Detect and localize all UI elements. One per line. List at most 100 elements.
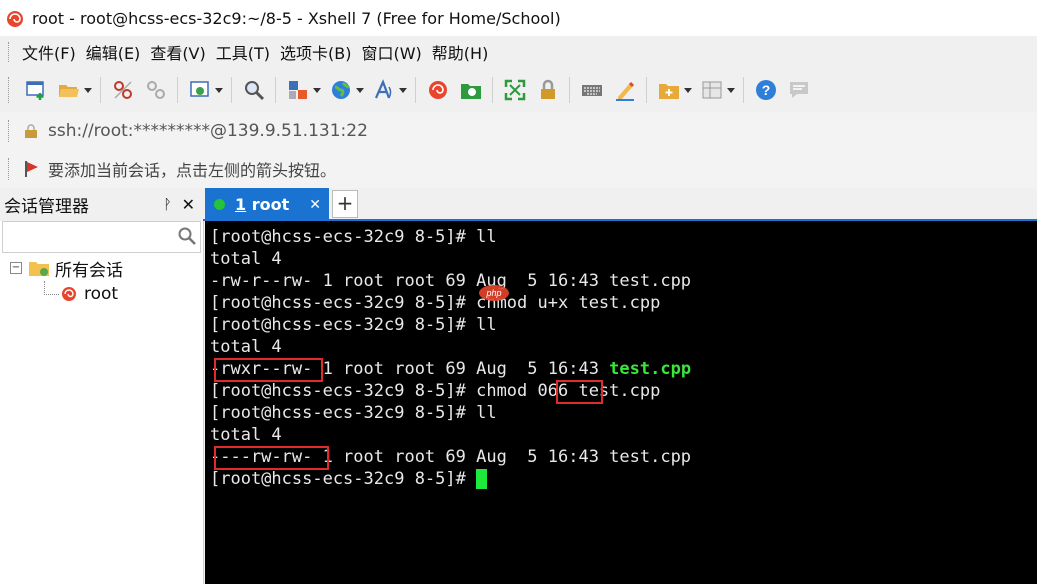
tab-group-dropdown-caret[interactable]: [684, 87, 692, 93]
font-icon: [374, 79, 392, 99]
terminal-line: [root@hcss-ecs-32c9 8-5]# ll: [210, 227, 497, 247]
transfer-dropdown-caret[interactable]: [313, 87, 321, 93]
help-button[interactable]: ?: [753, 77, 779, 103]
menu-file[interactable]: 文件(F): [22, 40, 76, 64]
font-button[interactable]: [371, 77, 397, 103]
session-search-input[interactable]: [2, 221, 201, 253]
new-tab-group-button[interactable]: [656, 77, 682, 103]
menu-edit[interactable]: 编辑(E): [86, 40, 141, 64]
tree-item-label: root: [84, 284, 119, 304]
pin-icon[interactable]: ᚹ: [163, 197, 171, 213]
globe-dropdown-caret[interactable]: [356, 87, 364, 93]
toolbar: ?: [0, 68, 1037, 113]
disconnect-icon: [147, 81, 165, 99]
fullscreen-button[interactable]: [502, 77, 528, 103]
font-dropdown-caret[interactable]: [399, 87, 407, 93]
layout-button[interactable]: [699, 77, 725, 103]
session-properties-button[interactable]: [187, 77, 213, 103]
search-icon[interactable]: [177, 226, 197, 246]
xshell-logo-icon: [7, 11, 23, 27]
open-session-button[interactable]: [56, 77, 82, 103]
highlight-box-mode: [556, 380, 603, 404]
close-icon[interactable]: ✕: [182, 195, 195, 214]
menu-tab[interactable]: 选项卡(B): [280, 40, 351, 64]
tree-item-all-sessions[interactable]: − 所有会话: [0, 255, 203, 281]
pencil-icon: [616, 81, 635, 101]
terminal-line: total 4: [210, 425, 282, 445]
terminal-line: total 4: [210, 249, 282, 269]
session-tree: − 所有会话 root: [0, 255, 203, 307]
toolbar-separator: [569, 77, 570, 103]
tree-connector: [44, 281, 59, 295]
address-lock-icon: [25, 124, 37, 138]
open-dropdown-caret[interactable]: [84, 87, 92, 93]
highlight-box-permissions: [214, 446, 329, 470]
menu-window[interactable]: 窗口(W): [361, 40, 421, 64]
xshell-button[interactable]: [425, 77, 451, 103]
find-button[interactable]: [241, 77, 267, 103]
terminal-line: [root@hcss-ecs-32c9 8-5]# ll: [210, 403, 497, 423]
menu-view[interactable]: 查看(V): [150, 40, 205, 64]
xshell-icon: [429, 81, 447, 99]
new-session-button[interactable]: [23, 77, 49, 103]
reconnect-button[interactable]: [110, 77, 136, 103]
transfer-icon: [289, 81, 307, 99]
tab-title: root: [251, 195, 290, 214]
new-tab-button[interactable]: +: [332, 190, 358, 218]
properties-icon: [190, 81, 209, 97]
chat-button[interactable]: [786, 77, 812, 103]
session-manager-title: 会话管理器: [4, 197, 89, 217]
transfer-button[interactable]: [285, 77, 311, 103]
tree-item-label: 所有会话: [55, 260, 123, 281]
lock-button[interactable]: [535, 77, 561, 103]
svg-text:?: ?: [762, 82, 771, 98]
new-session-icon: [26, 81, 44, 100]
xftp-button[interactable]: [458, 77, 484, 103]
svg-text:php: php: [485, 288, 501, 298]
toolbar-separator: [646, 77, 647, 103]
tree-item-root[interactable]: root: [0, 281, 203, 307]
watermark-logo-icon: php: [479, 285, 509, 301]
hintbar-grip[interactable]: [8, 158, 12, 180]
address-input[interactable]: ssh://root:*********@139.9.51.131:22: [48, 121, 368, 141]
highlight-box-permissions: [214, 358, 323, 382]
terminal-prompt: [root@hcss-ecs-32c9 8-5]#: [210, 469, 477, 489]
terminal-line: [root@hcss-ecs-32c9 8-5]# ll: [210, 315, 497, 335]
folder-open-icon: [59, 85, 79, 97]
disconnect-button[interactable]: [143, 77, 169, 103]
keyboard-button[interactable]: [579, 77, 605, 103]
tab-number: 1: [235, 195, 247, 214]
menubar-grip[interactable]: [8, 42, 12, 62]
tab-root[interactable]: 1 root ✕: [205, 188, 329, 221]
address-bar: ssh://root:*********@139.9.51.131:22: [0, 112, 1037, 151]
toolbar-separator: [492, 77, 493, 103]
addressbar-grip[interactable]: [8, 120, 12, 142]
title-bar: root - root@hcss-ecs-32c9:~/8-5 - Xshell…: [0, 0, 1037, 36]
add-session-arrow-icon[interactable]: [24, 160, 40, 178]
terminal-line: [root@hcss-ecs-32c9 8-5]# chmod u+x test…: [210, 293, 661, 313]
compose-button[interactable]: [612, 77, 638, 103]
session-manager: 会话管理器 ᚹ ✕ − 所有会话 root: [0, 188, 204, 584]
toolbar-separator: [177, 77, 178, 103]
collapse-toggle[interactable]: −: [10, 262, 22, 274]
hint-bar: 要添加当前会话，点击左侧的箭头按钮。: [0, 150, 1037, 189]
globe-button[interactable]: [328, 77, 354, 103]
layout-icon: [702, 81, 722, 99]
speech-bubble-icon: [790, 82, 808, 98]
toolbar-grip[interactable]: [8, 77, 12, 103]
reconnect-icon: [114, 81, 132, 99]
menu-help[interactable]: 帮助(H): [432, 40, 489, 64]
tab-close-icon[interactable]: ✕: [309, 197, 321, 213]
layout-dropdown-caret[interactable]: [727, 87, 735, 93]
session-manager-header: 会话管理器 ᚹ ✕: [0, 188, 203, 221]
terminal[interactable]: [root@hcss-ecs-32c9 8-5]# ll total 4 -rw…: [205, 221, 1037, 584]
toolbar-separator: [275, 77, 276, 103]
magnifier-icon: [245, 81, 265, 101]
toolbar-separator: [415, 77, 416, 103]
xftp-icon: [461, 84, 481, 99]
properties-dropdown-caret[interactable]: [215, 87, 223, 93]
connected-status-icon: [214, 199, 225, 210]
menu-tools[interactable]: 工具(T): [216, 40, 270, 64]
help-icon: ?: [756, 80, 776, 100]
menu-bar: 文件(F) 编辑(E) 查看(V) 工具(T) 选项卡(B) 窗口(W) 帮助(…: [0, 36, 1037, 68]
